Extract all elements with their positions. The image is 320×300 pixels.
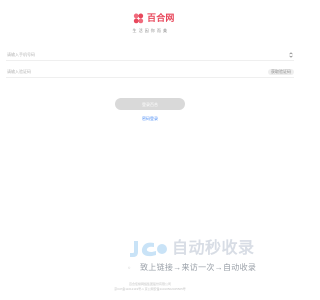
phone-field: [6, 49, 294, 61]
lily-flower-icon: [133, 13, 144, 24]
watermark-subtitle: 致上链接→来访一次→自动收录: [140, 263, 257, 272]
icp-record[interactable]: 京ICP备11012119号-1 京公网安备11010502045505号: [0, 287, 300, 291]
company-name: 百合佳缘网络集团股份有限公司: [128, 282, 171, 286]
brand-logo[interactable]: 百合网: [133, 13, 175, 24]
login-page: 百合网 生 活 因 你 而 美 获取验证码 登录百合 密码登录 自动秒收录 致上…: [0, 0, 300, 300]
code-field: 获取验证码: [6, 66, 294, 78]
verification-code-input[interactable]: [6, 66, 268, 77]
login-button[interactable]: 登录百合: [115, 98, 185, 110]
jc-logo-icon: [130, 241, 167, 257]
brand-name: 百合网: [147, 13, 175, 23]
brand-slogan: 生 活 因 你 而 美: [132, 28, 168, 33]
phone-input[interactable]: [6, 49, 288, 60]
copyright-mark: ©: [128, 266, 131, 270]
password-login-link[interactable]: 密码登录: [0, 116, 300, 122]
watermark-title: 自动秒收录: [172, 240, 255, 257]
get-code-button[interactable]: 获取验证码: [268, 68, 294, 75]
chevron-updown-icon[interactable]: [288, 51, 294, 58]
watermark-banner: 自动秒收录 致上链接→来访一次→自动收录: [128, 238, 288, 272]
